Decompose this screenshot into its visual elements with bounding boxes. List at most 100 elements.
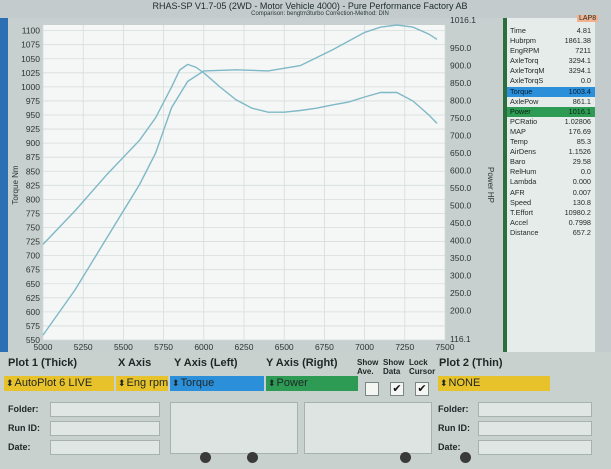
panel-row-airdens: AirDens 1.1526 <box>507 147 595 157</box>
folder-field-2[interactable] <box>478 402 592 417</box>
screw-knob <box>200 452 211 463</box>
yleft-select[interactable]: ⬍Torque <box>170 376 264 391</box>
y-right-tick-label: 800.0 <box>450 96 472 106</box>
date-field-2[interactable] <box>478 440 592 455</box>
panel-row-label: AxleTorqS <box>510 76 544 86</box>
y-left-tick-label: 675 <box>26 265 40 275</box>
panel-row-label: AxlePow <box>510 96 539 106</box>
y-left-tick-label: 825 <box>26 180 40 190</box>
x-tick-label: 7500 <box>436 342 455 352</box>
folder-label-1: Folder: <box>8 404 39 414</box>
panel-row-power: Power 1016.1 <box>507 106 595 117</box>
plot2-select[interactable]: ⬍NONE <box>438 376 550 391</box>
runid-field-2[interactable] <box>478 421 592 436</box>
panel-row-distance: Distance 657.2 <box>507 228 595 238</box>
plot2-value: NONE <box>448 377 481 389</box>
panel-row-map: MAP 176.69 <box>507 127 595 137</box>
y-axis-left-label: Torque Nm <box>11 165 20 204</box>
folder-field-1[interactable] <box>50 402 160 417</box>
panel-row-value: 0.0 <box>580 167 591 177</box>
y-right-tick-label: 850.0 <box>450 78 472 88</box>
y-right-tick-label: 300.0 <box>450 271 472 281</box>
y-left-tick-label: 1075 <box>21 40 40 50</box>
x-tick-label: 6000 <box>194 342 213 352</box>
show-data-label: Show Data <box>383 358 405 376</box>
panel-row-label: Baro <box>510 157 526 167</box>
notes-box-1[interactable] <box>170 402 298 454</box>
y-right-tick-label: 1016.1 <box>450 15 476 25</box>
y-left-tick-label: 850 <box>26 166 40 176</box>
panel-row-torque: Torque 1003.4 <box>507 86 595 97</box>
updown-icon: ⬍ <box>268 378 276 388</box>
panel-row-value: 4.81 <box>576 26 591 35</box>
panel-row-label: AxleTorqM <box>510 66 545 76</box>
panel-row-axletorqm: AxleTorqM 3294.1 <box>507 66 595 76</box>
y-left-tick-label: 700 <box>26 251 40 261</box>
y-left-tick-label: 575 <box>26 321 40 331</box>
runid-label-1: Run ID: <box>8 423 40 433</box>
notes-box-2[interactable] <box>304 402 432 454</box>
panel-row-speed: Speed 130.8 <box>507 198 595 208</box>
panel-row-label: AirDens <box>510 147 536 157</box>
y-left-tick-label: 1100 <box>22 26 41 36</box>
yleft-value: Torque <box>180 377 215 389</box>
y-left-tick-label: 975 <box>26 96 40 106</box>
panel-row-relhum: RelHum 0.0 <box>507 167 595 177</box>
x-tick-label: 5750 <box>154 342 173 352</box>
y-right-tick-label: 750.0 <box>450 113 472 123</box>
y-left-tick-label: 650 <box>26 279 40 289</box>
lock-cursor-checkbox[interactable]: ✔ <box>415 382 429 396</box>
y-left-tick-label: 775 <box>26 208 40 218</box>
xaxis-header: X Axis <box>118 357 152 369</box>
panel-row-value: 1016.1 <box>568 106 591 116</box>
panel-row-label: RelHum <box>510 167 537 177</box>
panel-row-value: 85.3 <box>576 137 591 147</box>
plot1-header: Plot 1 (Thick) <box>8 357 78 369</box>
panel-row-label: EngRPM <box>510 46 540 56</box>
panel-row-value: 861.1 <box>572 96 591 106</box>
panel-row-value: 130.8 <box>572 197 591 207</box>
panel-row-value: 1003.4 <box>568 86 591 96</box>
panel-row-value: 657.2 <box>572 227 591 237</box>
plot1-select[interactable]: ⬍AutoPlot 6 LIVE <box>4 376 114 391</box>
panel-row-temp: Temp 85.3 <box>507 137 595 147</box>
panel-row-label: Time <box>510 26 526 35</box>
date-field-1[interactable] <box>50 440 160 455</box>
xaxis-select[interactable]: ⬍Eng rpm <box>116 376 168 391</box>
panel-row-label: PCRatio <box>510 116 538 126</box>
updown-icon: ⬍ <box>172 378 180 388</box>
control-area: Plot 1 (Thick) X Axis Y Axis (Left) Y Ax… <box>0 352 611 469</box>
panel-row-label: AxleTorq <box>510 56 539 66</box>
panel-row-value: 1.02806 <box>564 116 591 126</box>
panel-row-afr: AFR 0.007 <box>507 188 595 198</box>
xaxis-value: Eng rpm <box>126 377 168 389</box>
panel-row-label: MAP <box>510 126 526 136</box>
x-tick-label: 5250 <box>74 342 93 352</box>
panel-row-value: 0.007 <box>572 187 591 197</box>
x-tick-label: 6500 <box>275 342 294 352</box>
panel-row-baro: Baro 29.58 <box>507 157 595 167</box>
screw-knob <box>247 452 258 463</box>
panel-row-label: Distance <box>510 227 539 237</box>
show-data-checkbox[interactable]: ✔ <box>390 382 404 396</box>
panel-row-value: 3294.1 <box>568 66 591 76</box>
y-left-tick-label: 750 <box>26 223 40 233</box>
y-right-tick-label: 900.0 <box>450 61 472 71</box>
panel-row-label: Power <box>510 106 531 116</box>
screw-knob <box>400 452 411 463</box>
plot2-header: Plot 2 (Thin) <box>439 357 503 369</box>
yright-select[interactable]: ⬍Power <box>266 376 358 391</box>
panel-header: LAP8 <box>577 15 599 22</box>
date-label-1: Date: <box>8 442 31 452</box>
panel-row-label: Accel <box>510 217 528 227</box>
panel-row-value: 10980.2 <box>564 207 591 217</box>
x-tick-label: 7000 <box>355 342 374 352</box>
panel-row-value: 3294.1 <box>568 56 591 66</box>
y-right-tick-label: 700.0 <box>450 131 472 141</box>
show-ave-checkbox[interactable] <box>365 382 379 396</box>
y-right-tick-label: 400.0 <box>450 236 472 246</box>
y-left-tick-label: 875 <box>26 152 40 162</box>
y-left-tick-label: 950 <box>26 110 40 120</box>
runid-field-1[interactable] <box>50 421 160 436</box>
panel-row-axletorqs: AxleTorqS 0.0 <box>507 76 595 86</box>
